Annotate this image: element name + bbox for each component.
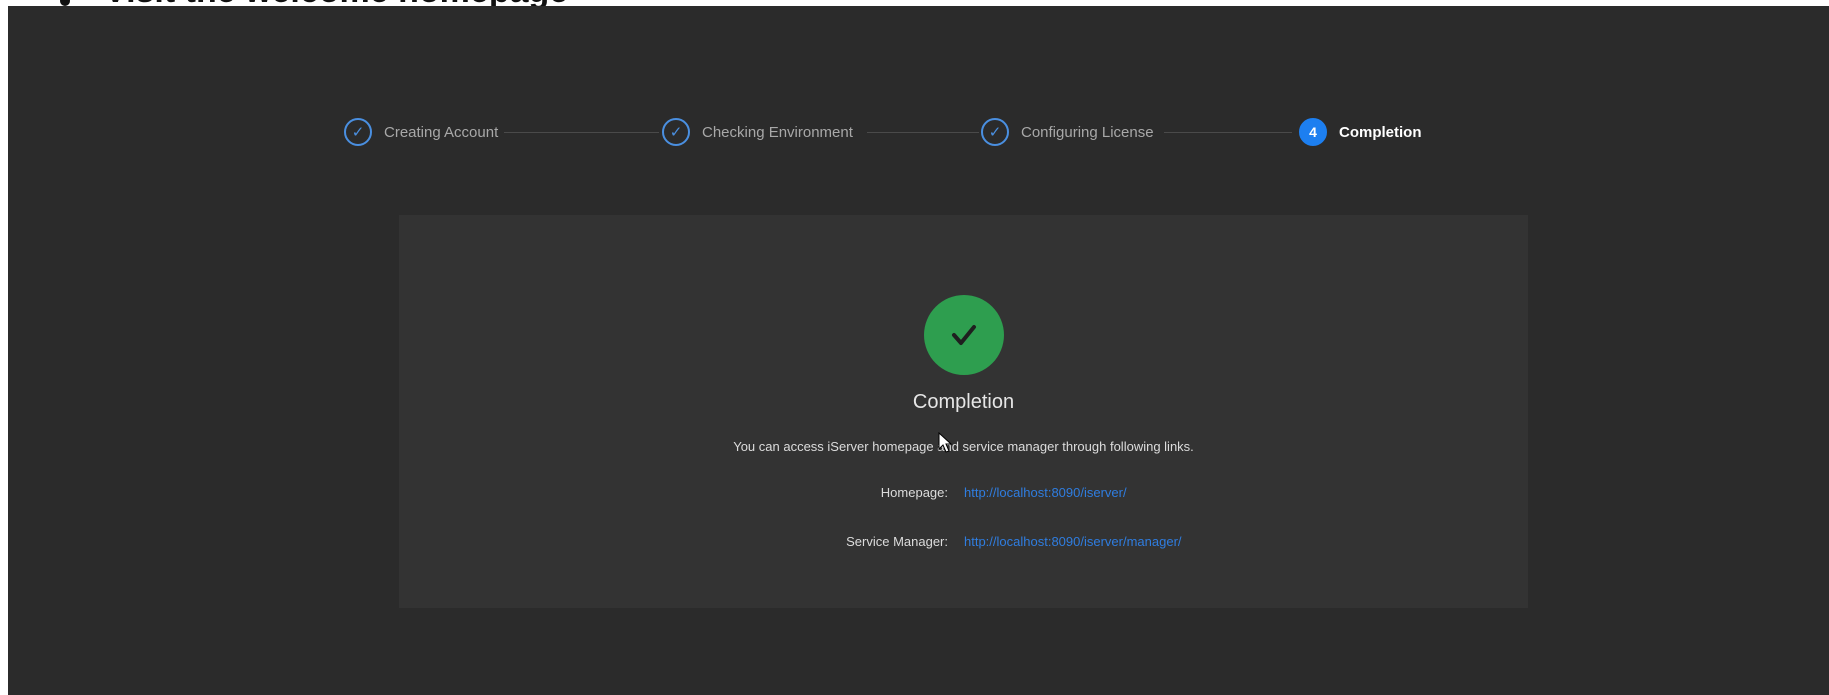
step-connector <box>867 132 979 133</box>
installer-window: ✓ Creating Account ✓ Checking Environmen… <box>8 6 1829 695</box>
step-label: Configuring License <box>1021 123 1154 141</box>
step-number-badge: 4 <box>1299 118 1327 146</box>
service-manager-label: Service Manager: <box>846 534 948 549</box>
service-manager-link[interactable]: http://localhost:8090/iserver/manager/ <box>964 534 1182 549</box>
step-creating-account[interactable]: ✓ Creating Account <box>344 116 498 148</box>
check-icon: ✓ <box>981 118 1009 146</box>
step-label: Checking Environment <box>702 123 853 141</box>
step-connector <box>504 132 659 133</box>
check-icon: ✓ <box>662 118 690 146</box>
check-icon: ✓ <box>344 118 372 146</box>
completion-card: Completion You can access iServer homepa… <box>399 215 1528 608</box>
step-checking-environment[interactable]: ✓ Checking Environment <box>662 116 853 148</box>
step-label: Completion <box>1339 123 1422 141</box>
completion-description: You can access iServer homepage and serv… <box>733 439 1194 454</box>
check-mark-svg <box>952 325 976 345</box>
homepage-link[interactable]: http://localhost:8090/iserver/ <box>964 485 1127 500</box>
screenshot-stage: Visit the welcome homepage ✓ Creating Ac… <box>0 0 1829 695</box>
step-label: Creating Account <box>384 123 499 141</box>
success-check-icon <box>924 295 1004 375</box>
step-configuring-license[interactable]: ✓ Configuring License <box>981 116 1154 148</box>
step-connector <box>1164 132 1292 133</box>
setup-stepper: ✓ Creating Account ✓ Checking Environmen… <box>344 116 1584 148</box>
step-completion[interactable]: 4 Completion <box>1299 116 1422 148</box>
completion-title: Completion <box>912 391 1015 413</box>
homepage-label: Homepage: <box>880 485 948 500</box>
mouse-cursor-icon <box>938 432 953 453</box>
